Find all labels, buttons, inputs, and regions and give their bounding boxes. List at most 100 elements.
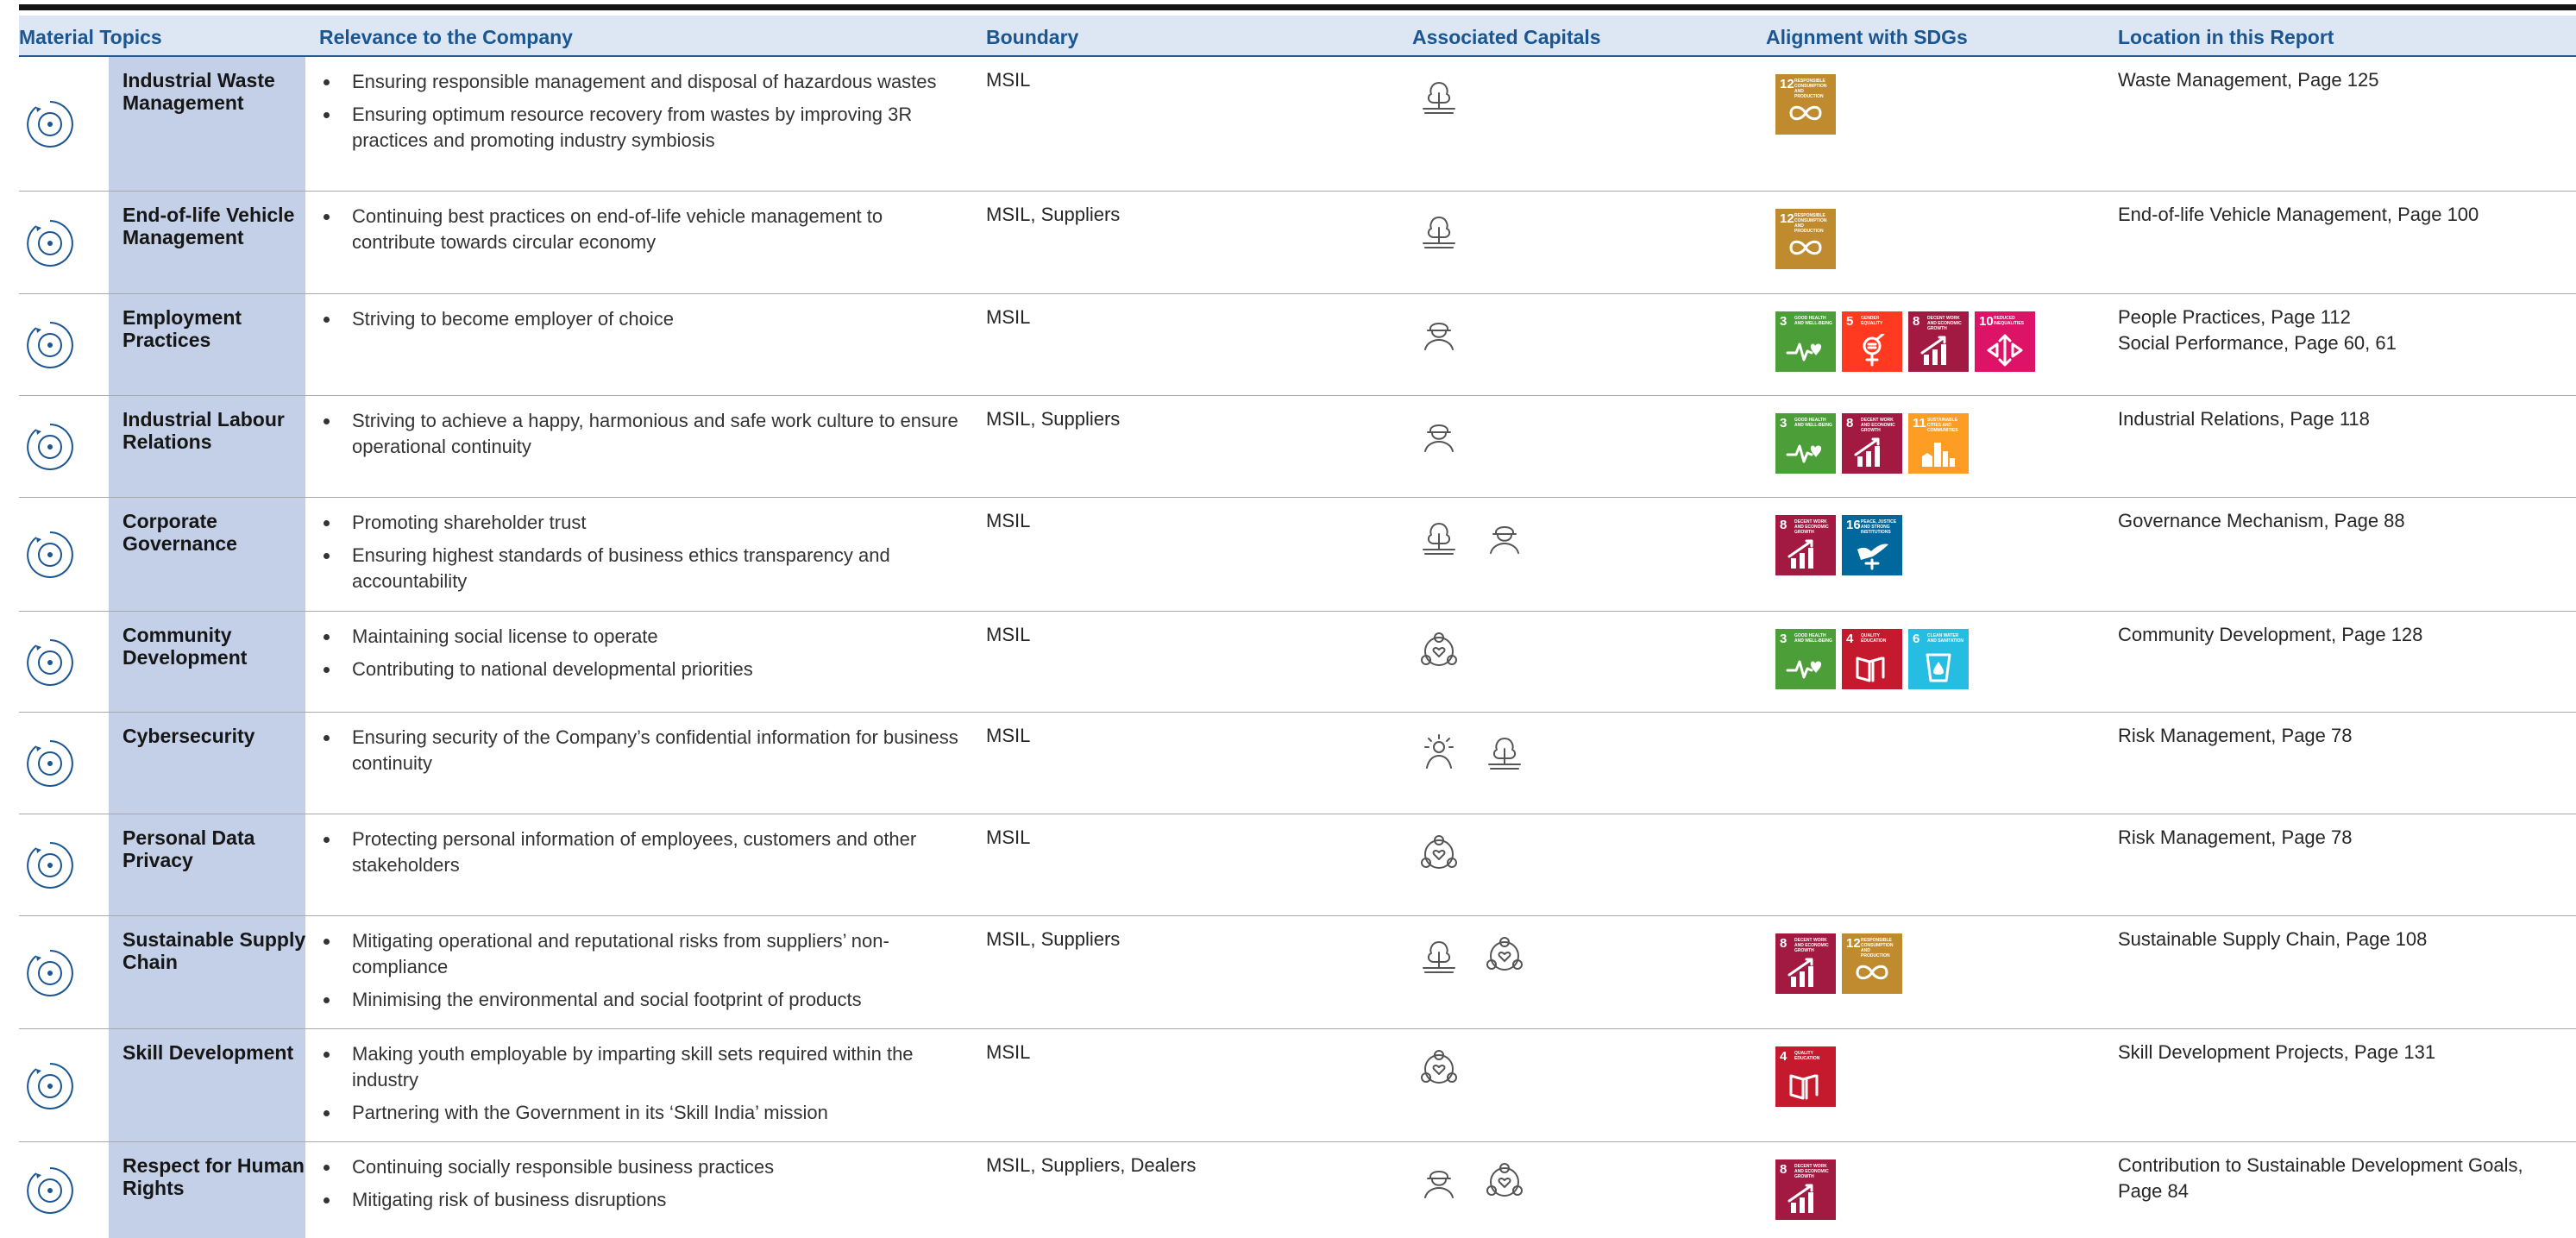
table-header: Material Topics Relevance to the Company…	[19, 16, 2576, 57]
topic-title: Industrial Labour Relations	[123, 408, 285, 453]
sdg-number: 10	[1979, 314, 1994, 329]
topic-title: Cybersecurity	[123, 725, 255, 747]
table-row: Corporate Governance Promoting shareholde…	[19, 498, 2576, 612]
boundary-text: MSIL, Suppliers	[986, 408, 1121, 430]
relevance-list: Continuing socially responsible business…	[319, 1154, 966, 1220]
sdg-number: 16	[1846, 518, 1861, 532]
sdg-number: 5	[1846, 314, 1854, 329]
sdg-label: Decent Work and Economic Growth	[1794, 1164, 1829, 1179]
relevance-item: Ensuring responsible management and disp…	[319, 69, 966, 95]
sdg-8-icon: 8 Decent Work and Economic Growth	[1908, 311, 1969, 372]
boundary-text: MSIL, Suppliers	[986, 928, 1121, 950]
header-location: Location in this Report	[2118, 26, 2334, 48]
community-hands-icon	[24, 637, 76, 688]
relevance-item: Ensuring optimum resource recovery from …	[319, 102, 966, 154]
natural-capital-icon	[1415, 513, 1463, 562]
sdg-8-icon: 8 Decent Work and Economic Growth	[1842, 413, 1902, 474]
sdg-number: 4	[1846, 632, 1854, 646]
relevance-list: Striving to achieve a happy, harmonious …	[319, 408, 966, 467]
topic-title: Community Development	[123, 624, 248, 669]
boundary-text: MSIL	[986, 624, 1031, 645]
boundary-text: MSIL, Suppliers, Dealers	[986, 1154, 1197, 1176]
sdg-12-icon: 12 Responsible Consumption and Production	[1775, 209, 1836, 269]
table-row: Respect for Human Rights Continuing socia…	[19, 1142, 2576, 1238]
sdg-4-icon: 4 Quality Education	[1775, 1046, 1836, 1107]
table-row: Industrial Waste Management Ensuring resp…	[19, 57, 2576, 192]
report-location: Risk Management, Page 78	[2118, 723, 2567, 749]
sdg-3-icon: 3 Good Health and Well-Being	[1775, 413, 1836, 474]
topic-title: Sustainable Supply Chain	[123, 928, 306, 973]
top-rule	[19, 4, 2576, 10]
location-line: Social Performance, Page 60, 61	[2118, 332, 2397, 354]
relevance-list: Continuing best practices on end-of-life…	[319, 204, 966, 262]
natural-capital-icon	[1415, 207, 1463, 255]
sdg-number: 12	[1780, 211, 1794, 226]
sdg-8-icon: 8 Decent Work and Economic Growth	[1775, 1159, 1836, 1220]
relevance-list: Maintaining social license to operate Con…	[319, 624, 966, 689]
relevance-item: Striving to achieve a happy, harmonious …	[319, 408, 966, 460]
employees-idea-icon	[24, 319, 76, 371]
header-sdgs: Alignment with SDGs	[1766, 26, 1968, 48]
sdg-number: 12	[1846, 936, 1861, 951]
table-row: Sustainable Supply Chain Mitigating opera…	[19, 916, 2576, 1029]
relevance-item: Striving to become employer of choice	[319, 306, 966, 332]
topic-title: Corporate Governance	[123, 510, 237, 555]
sdg-10-icon: 10 Reduced Inequalities	[1975, 311, 2035, 372]
sdg-number: 11	[1913, 416, 1926, 430]
relevance-list: Ensuring security of the Company’s confi…	[319, 725, 966, 783]
location-line: Contribution to Sustainable Development …	[2118, 1154, 2523, 1202]
sdg-number: 3	[1780, 632, 1787, 646]
sdg-label: Quality Education	[1861, 633, 1887, 644]
location-line: Community Development, Page 128	[2118, 624, 2423, 645]
workers-relations-icon	[24, 421, 76, 473]
skill-head-icon	[24, 1060, 76, 1112]
sdg-label: Good Health and Well-Being	[1794, 633, 1832, 644]
location-line: Governance Mechanism, Page 88	[2118, 510, 2405, 531]
boundary-text: MSIL	[986, 826, 1031, 848]
supply-truck-icon	[24, 947, 76, 999]
boundary-text: MSIL, Suppliers	[986, 204, 1121, 225]
sdg-5-icon: 5 Gender Equality	[1842, 311, 1902, 372]
cyber-network-icon	[24, 738, 76, 789]
location-line: End-of-life Vehicle Management, Page 100	[2118, 204, 2479, 225]
sdg-number: 6	[1913, 632, 1920, 646]
report-location: Industrial Relations, Page 118	[2118, 406, 2567, 432]
sdg-label: Decent Work and Economic Growth	[1794, 938, 1829, 953]
data-privacy-lock-icon	[24, 839, 76, 891]
social-capital-icon	[1415, 830, 1463, 878]
sdg-number: 3	[1780, 416, 1787, 430]
sdg-number: 4	[1780, 1049, 1787, 1064]
sdg-label: Reduced Inequalities	[1994, 316, 2025, 326]
sdg-label: Sustainable Cities and Communities	[1927, 418, 1958, 433]
sdg-8-icon: 8 Decent Work and Economic Growth	[1775, 933, 1836, 994]
topic-title: Employment Practices	[123, 306, 242, 351]
human-capital-icon	[1415, 310, 1463, 358]
sdg-11-icon: 11 Sustainable Cities and Communities	[1908, 413, 1969, 474]
natural-capital-icon	[1480, 728, 1529, 776]
table-row: Personal Data Privacy Protecting personal…	[19, 814, 2576, 916]
sdg-label: Decent Work and Economic Growth	[1927, 316, 1962, 331]
social-capital-icon	[1480, 1158, 1529, 1206]
sdg-3-icon: 3 Good Health and Well-Being	[1775, 629, 1836, 689]
table-row: Skill Development Making youth employable…	[19, 1029, 2576, 1142]
report-location: People Practices, Page 112 Social Perform…	[2118, 305, 2567, 356]
topic-title: Personal Data Privacy	[123, 826, 255, 871]
relevance-list: Promoting shareholder trust Ensuring high…	[319, 510, 966, 601]
report-location: Skill Development Projects, Page 131	[2118, 1040, 2567, 1065]
natural-capital-icon	[1415, 72, 1463, 121]
location-line: Waste Management, Page 125	[2118, 69, 2379, 91]
relevance-list: Mitigating operational and reputational …	[319, 928, 966, 1020]
relevance-item: Protecting personal information of emplo…	[319, 826, 966, 878]
boundary-text: MSIL	[986, 725, 1031, 746]
report-location: End-of-life Vehicle Management, Page 100	[2118, 202, 2567, 228]
relevance-item: Minimising the environmental and social …	[319, 987, 966, 1013]
sdg-16-icon: 16 Peace, Justice and Strong Institutions	[1842, 515, 1902, 575]
header-material-topics: Material Topics	[19, 26, 162, 48]
location-line: Sustainable Supply Chain, Page 108	[2118, 928, 2428, 950]
natural-capital-icon	[1415, 932, 1463, 980]
relevance-list: Protecting personal information of emplo…	[319, 826, 966, 885]
report-location: Contribution to Sustainable Development …	[2118, 1153, 2567, 1204]
header-relevance: Relevance to the Company	[319, 26, 573, 48]
relevance-item: Mitigating operational and reputational …	[319, 928, 966, 980]
sdg-number: 3	[1780, 314, 1787, 329]
